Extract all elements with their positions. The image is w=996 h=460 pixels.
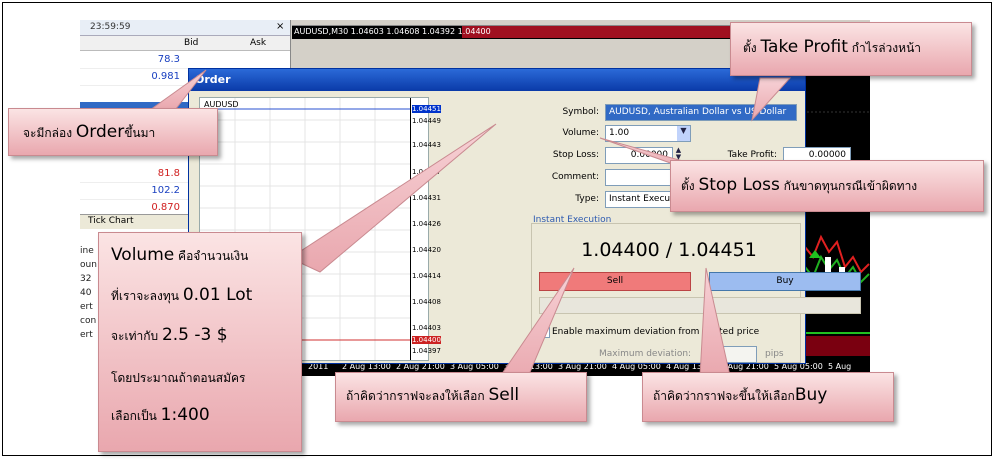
callout-volume: Volume คือจำนวนเงิน ที่เราจะลงทุน 0.01 L… [98, 232, 302, 452]
callout-stop-loss: ตั้ง Stop Loss กันขาดทุนกรณีเข้าผิดทาง [670, 160, 984, 212]
callout-order: จะมีกล่อง Orderขึ้นมา [8, 108, 218, 156]
callout-take-profit: ตั้ง Take Profit กำไรล่วงหน้า [730, 22, 972, 76]
callout-sell: ถ้าคิดว่ากราฟจะลงให้เลือก Sell [335, 372, 587, 422]
callout-buy: ถ้าคิดว่ากราฟจะขึ้นให้เลือกBuy [642, 372, 894, 422]
